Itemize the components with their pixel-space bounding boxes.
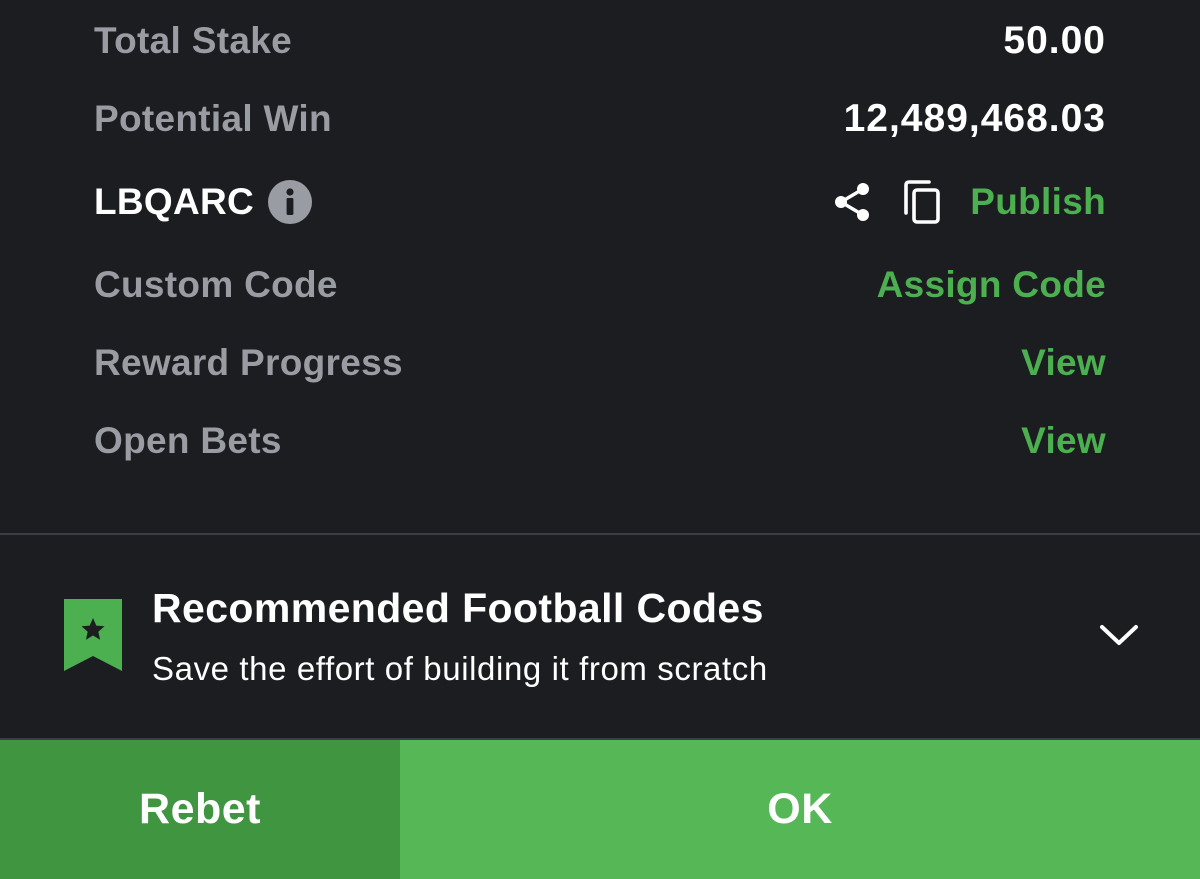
total-stake-value: 50.00 — [1003, 19, 1106, 62]
booking-code-actions: Publish — [830, 179, 1106, 225]
recommended-title: Recommended Football Codes — [152, 585, 764, 631]
total-stake-row: Total Stake 50.00 — [94, 11, 1106, 71]
bet-confirmation-screen: Total Stake 50.00 Potential Win 12,489,4… — [0, 0, 1200, 879]
booking-code: LBQARC — [94, 181, 255, 222]
reward-progress-label: Reward Progress — [94, 342, 403, 383]
potential-win-value: 12,489,468.03 — [843, 97, 1106, 140]
recommended-subtitle: Save the effort of building it from scra… — [152, 650, 768, 687]
copy-icon[interactable] — [902, 179, 942, 225]
potential-win-label: Potential Win — [94, 98, 332, 139]
action-bar: Rebet OK — [0, 738, 1200, 879]
info-icon[interactable] — [268, 180, 313, 224]
chevron-down-icon[interactable] — [1098, 621, 1140, 649]
open-bets-label: Open Bets — [94, 420, 282, 461]
reward-progress-row: Reward Progress View — [94, 333, 1106, 393]
rebet-button[interactable]: Rebet — [0, 740, 400, 879]
booking-code-group: LBQARC — [94, 180, 313, 224]
open-bets-view-link[interactable]: View — [1021, 420, 1106, 462]
publish-link[interactable]: Publish — [970, 181, 1106, 223]
potential-win-row: Potential Win 12,489,468.03 — [94, 89, 1106, 149]
reward-progress-view-link[interactable]: View — [1021, 342, 1106, 384]
booking-code-row: LBQARC Publish — [94, 172, 1106, 232]
open-bets-row: Open Bets View — [94, 411, 1106, 471]
recommended-codes-panel[interactable]: Recommended Football Codes Save the effo… — [0, 535, 1200, 738]
custom-code-label: Custom Code — [94, 264, 338, 305]
assign-code-link[interactable]: Assign Code — [877, 264, 1106, 306]
ok-button[interactable]: OK — [400, 740, 1200, 879]
custom-code-row: Custom Code Assign Code — [94, 255, 1106, 315]
bookmark-star-icon — [64, 599, 122, 671]
total-stake-label: Total Stake — [94, 20, 292, 61]
share-icon[interactable] — [830, 180, 874, 224]
